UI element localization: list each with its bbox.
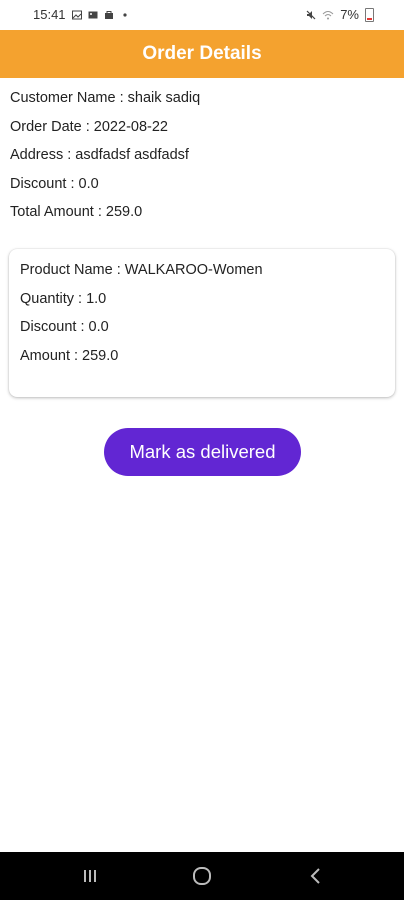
gallery-icon — [71, 10, 82, 19]
mark-delivered-button[interactable]: Mark as delivered — [104, 428, 301, 476]
status-left: 15:41 — [33, 7, 130, 22]
order-discount: Discount : 0.0 — [10, 175, 99, 192]
navigation-bar — [0, 852, 404, 900]
bag-icon — [104, 10, 113, 19]
battery-icon — [365, 7, 374, 22]
battery-percent: 7% — [340, 7, 359, 22]
product-name: Product Name : WALKAROO-Women — [20, 262, 263, 278]
app-bar: Order Details — [0, 30, 404, 78]
order-date: Order Date : 2022-08-22 — [10, 118, 168, 135]
order-address: Address : asdfadsf asdfadsf — [10, 147, 189, 164]
status-time: 15:41 — [33, 7, 66, 22]
order-total: Total Amount : 259.0 — [10, 204, 143, 221]
product-discount: Discount : 0.0 — [20, 319, 109, 336]
customer-name: Customer Name : shaik sadiq — [10, 90, 201, 106]
recent-apps-icon[interactable] — [78, 864, 102, 888]
product-card-body: Product Name : WALKAROO-Women Quantity :… — [20, 260, 263, 374]
back-icon[interactable] — [304, 864, 328, 888]
image-icon — [88, 11, 98, 18]
status-bar: 15:41 7% — [0, 0, 404, 30]
dot-icon — [122, 12, 127, 17]
wifi-icon — [322, 10, 334, 19]
product-card: Product Name : WALKAROO-Women Quantity :… — [9, 249, 395, 397]
product-amount: Amount : 259.0 — [20, 347, 119, 364]
order-details: Customer Name : shaik sadiq Order Date :… — [10, 88, 394, 231]
status-right: 7% — [306, 7, 374, 22]
home-icon[interactable] — [190, 864, 214, 888]
page-title: Order Details — [142, 43, 262, 64]
mute-icon — [306, 10, 316, 19]
product-quantity: Quantity : 1.0 — [20, 290, 107, 307]
